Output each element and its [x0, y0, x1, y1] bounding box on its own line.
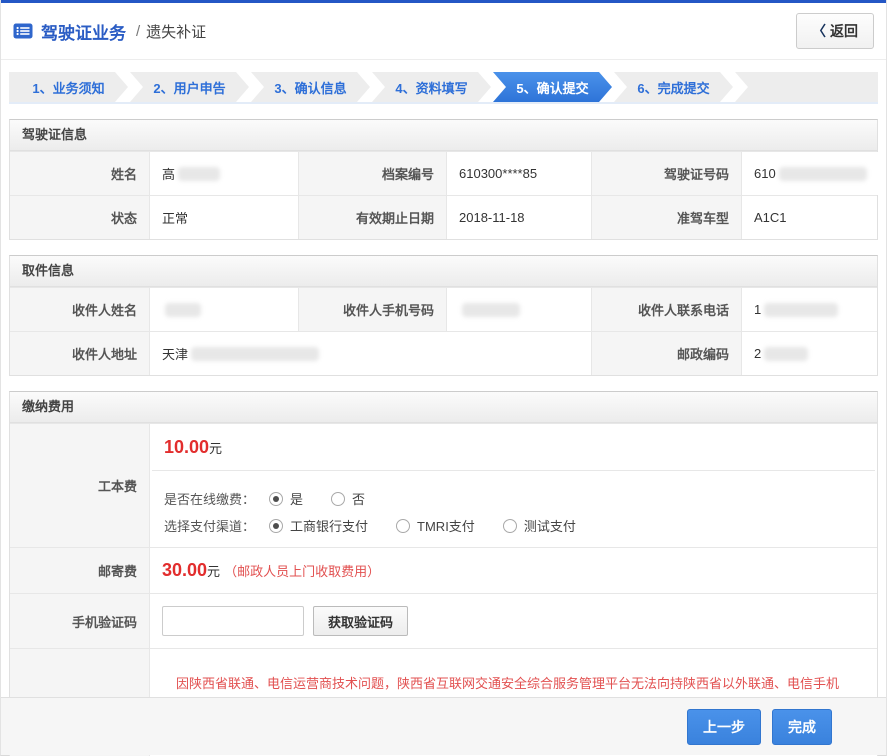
license-info-title: 驾驶证信息 — [10, 120, 877, 151]
radio-unchecked-icon — [503, 519, 517, 533]
step-wizard: 1、业务须知 2、用户申告 3、确认信息 4、资料填写 5、确认提交 6、完成提… — [9, 72, 878, 104]
postal-code-label: 邮政编码 — [591, 332, 741, 375]
step-bar-filler — [735, 72, 878, 102]
license-number-value: 610 — [741, 152, 879, 195]
page-title: 驾驶证业务 — [41, 19, 126, 44]
name-label: 姓名 — [10, 152, 149, 195]
payment-channel-row: 选择支付渠道： 工商银行支付 TMRI支付 测试支付 — [164, 516, 863, 535]
table-row: 收件人地址 天津 邮政编码 2 — [10, 331, 877, 375]
work-fee-value: 10.00元 是否在线缴费： 是 否 — [149, 424, 877, 547]
step-3[interactable]: 3、确认信息 — [251, 72, 370, 102]
redaction-blur — [462, 303, 520, 317]
recipient-name-label: 收件人姓名 — [10, 288, 149, 331]
payment-channel-question: 选择支付渠道： — [164, 516, 255, 535]
pickup-info-title: 取件信息 — [10, 256, 877, 287]
step-5-active[interactable]: 5、确认提交 — [493, 72, 612, 102]
chevron-left-icon: 〈 — [812, 21, 826, 41]
online-payment-option-no[interactable]: 否 — [331, 489, 365, 508]
recipient-address-label: 收件人地址 — [10, 332, 149, 375]
recipient-address-value: 天津 — [149, 332, 591, 375]
radio-unchecked-icon — [331, 492, 345, 506]
radio-checked-icon — [269, 492, 283, 506]
vehicle-class-value: A1C1 — [741, 196, 877, 239]
table-row: 姓名 高 档案编号 610300****85 驾驶证号码 610 — [10, 151, 877, 195]
online-payment-question: 是否在线缴费： — [164, 489, 255, 508]
postage-fee-row: 邮寄费 30.00元 （邮政人员上门收取费用） — [10, 547, 877, 593]
back-button[interactable]: 〈 返回 — [796, 13, 874, 49]
step-6[interactable]: 6、完成提交 — [614, 72, 733, 102]
breadcrumb-current: 遗失补证 — [146, 21, 206, 42]
redaction-blur — [165, 303, 201, 317]
step-2[interactable]: 2、用户申告 — [130, 72, 249, 102]
online-payment-row: 是否在线缴费： 是 否 — [164, 489, 863, 508]
redaction-blur — [178, 167, 220, 181]
recipient-phone-value: 1 — [741, 288, 877, 331]
recipient-mobile-value — [446, 288, 591, 331]
table-row: 状态 正常 有效期止日期 2018-11-18 准驾车型 A1C1 — [10, 195, 877, 239]
postage-fee-label: 邮寄费 — [10, 548, 149, 593]
previous-step-button[interactable]: 上一步 — [687, 709, 761, 745]
redaction-blur — [764, 303, 838, 317]
radio-unchecked-icon — [396, 519, 410, 533]
back-button-label: 返回 — [830, 21, 858, 41]
work-fee-label: 工本费 — [10, 424, 149, 547]
sms-code-row: 手机验证码 获取验证码 — [10, 593, 877, 648]
fee-section-title: 缴纳费用 — [10, 392, 877, 423]
breadcrumb-separator: / — [136, 23, 140, 40]
pickup-info-section: 取件信息 收件人姓名 收件人手机号码 收件人联系电话 1 收件人地址 天津 — [9, 255, 878, 376]
finish-button[interactable]: 完成 — [772, 709, 832, 745]
work-fee-amount-line: 10.00元 — [150, 424, 877, 470]
work-fee-unit: 元 — [209, 441, 222, 456]
name-value: 高 — [149, 152, 298, 195]
expiry-date-value: 2018-11-18 — [446, 196, 591, 239]
get-code-button[interactable]: 获取验证码 — [313, 606, 408, 636]
table-row: 收件人姓名 收件人手机号码 收件人联系电话 1 — [10, 287, 877, 331]
postal-code-value: 2 — [741, 332, 877, 375]
redaction-blur — [764, 347, 808, 361]
recipient-name-value — [149, 288, 298, 331]
redaction-blur — [191, 347, 319, 361]
postage-fee-value: 30.00元 （邮政人员上门收取费用） — [149, 548, 877, 593]
work-fee-row: 工本费 10.00元 是否在线缴费： 是 否 — [10, 423, 877, 547]
sms-code-value: 获取验证码 — [149, 594, 877, 648]
recipient-mobile-label: 收件人手机号码 — [298, 288, 446, 331]
channel-option-icbc[interactable]: 工商银行支付 — [269, 516, 368, 535]
radio-checked-icon — [269, 519, 283, 533]
expiry-date-label: 有效期止日期 — [298, 196, 446, 239]
status-label: 状态 — [10, 196, 149, 239]
step-4[interactable]: 4、资料填写 — [372, 72, 491, 102]
vehicle-class-label: 准驾车型 — [591, 196, 741, 239]
page-header: 驾驶证业务 / 遗失补证 〈 返回 — [1, 3, 886, 60]
postage-fee-note: （邮政人员上门收取费用） — [224, 561, 380, 580]
recipient-phone-label: 收件人联系电话 — [591, 288, 741, 331]
channel-option-tmri[interactable]: TMRI支付 — [396, 516, 475, 535]
postage-fee-unit: 元 — [207, 561, 220, 580]
license-number-label: 驾驶证号码 — [591, 152, 741, 195]
sms-code-input[interactable] — [162, 606, 304, 636]
footer-action-bar: 上一步 完成 — [1, 697, 886, 755]
license-info-section: 驾驶证信息 姓名 高 档案编号 610300****85 驾驶证号码 610 状… — [9, 119, 878, 240]
redaction-blur — [779, 167, 867, 181]
online-payment-option-yes[interactable]: 是 — [269, 489, 303, 508]
status-value: 正常 — [149, 196, 298, 239]
page: 驾驶证业务 / 遗失补证 〈 返回 1、业务须知 2、用户申告 3、确认信息 4… — [0, 0, 887, 756]
sms-code-label: 手机验证码 — [10, 594, 149, 648]
license-business-icon — [13, 21, 33, 41]
postage-fee-amount: 30.00 — [162, 560, 207, 581]
step-1[interactable]: 1、业务须知 — [9, 72, 128, 102]
file-number-value: 610300****85 — [446, 152, 591, 195]
file-number-label: 档案编号 — [298, 152, 446, 195]
work-fee-amount: 10.00 — [164, 437, 209, 457]
channel-option-test[interactable]: 测试支付 — [503, 516, 576, 535]
